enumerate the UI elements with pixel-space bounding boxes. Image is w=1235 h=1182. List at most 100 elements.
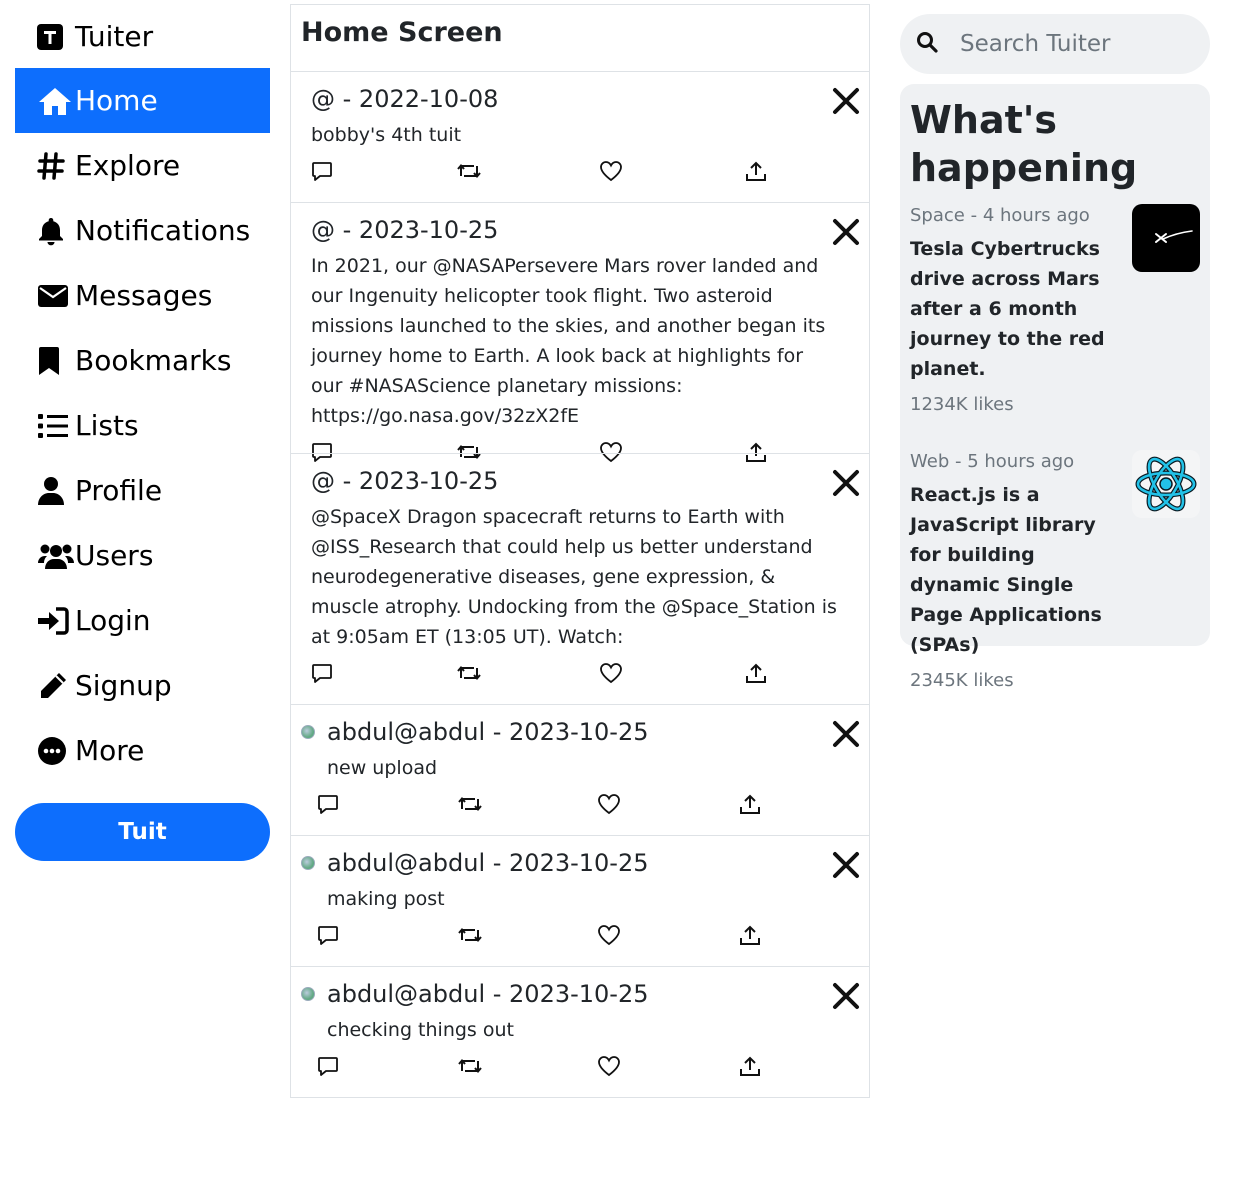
sidebar-item-more[interactable]: More xyxy=(15,718,270,783)
sidebar-item-label: Profile xyxy=(75,474,163,507)
house-icon xyxy=(37,83,75,119)
sidebar-item-users[interactable]: Users xyxy=(15,523,270,588)
heart-icon[interactable] xyxy=(599,160,623,182)
tuit-actions xyxy=(301,918,849,954)
sidebar-item-label: Lists xyxy=(75,409,139,442)
tuit-text: bobby's 4th tuit xyxy=(311,124,462,146)
feed-header: Home Screen xyxy=(290,4,870,71)
tuit-author: @ xyxy=(311,216,335,244)
sidebar-item-label: More xyxy=(75,734,145,767)
trend-item[interactable]: Space - 4 hours ago Tesla Cybertrucks dr… xyxy=(910,200,1200,418)
tuit-date: 2022-10-08 xyxy=(358,85,499,113)
tuit-separator: - xyxy=(485,849,510,877)
tuit-header: abdul@abdul - 2023-10-25 xyxy=(301,977,849,1011)
tuit-text: checking things out xyxy=(327,1019,514,1041)
retuit-icon[interactable] xyxy=(457,1055,483,1077)
share-icon[interactable] xyxy=(738,924,762,948)
share-icon[interactable] xyxy=(744,160,768,184)
tuit-header: @ - 2023-10-25 xyxy=(311,213,849,247)
retuit-icon[interactable] xyxy=(457,924,483,946)
sidebar-item-label: Explore xyxy=(75,149,181,182)
sidebar-item-notifications[interactable]: Notifications xyxy=(15,198,270,263)
trend-headline: Tesla Cybertrucks drive across Mars afte… xyxy=(910,238,1105,380)
sidebar-item-signup[interactable]: Signup xyxy=(15,653,270,718)
trend-time: 4 hours ago xyxy=(982,204,1090,226)
sidebar-item-label: Users xyxy=(75,539,154,572)
tuit-separator: - xyxy=(335,85,359,113)
heart-icon[interactable] xyxy=(599,662,623,684)
sidebar-item-label: Signup xyxy=(75,669,172,702)
close-icon[interactable] xyxy=(831,217,861,247)
sidebar-item-bookmarks[interactable]: Bookmarks xyxy=(15,328,270,393)
heart-icon[interactable] xyxy=(597,793,621,815)
sidebar-item-explore[interactable]: Explore xyxy=(15,133,270,198)
close-icon[interactable] xyxy=(831,719,861,749)
tuit-actions xyxy=(311,656,849,692)
bookmark-icon xyxy=(37,343,75,379)
reply-icon[interactable] xyxy=(317,924,339,946)
trend-time: 5 hours ago xyxy=(967,450,1075,472)
heart-icon[interactable] xyxy=(597,924,621,946)
tuit-actions xyxy=(301,787,849,823)
react-logo-icon xyxy=(1132,450,1200,518)
sidebar-item-home[interactable]: Home xyxy=(15,68,270,133)
tuit-item: @ - 2023-10-25 @SpaceX Dragon spacecraft… xyxy=(290,453,870,705)
trend-item[interactable]: Web - 5 hours ago React.js is a JavaScri… xyxy=(910,446,1200,694)
user-icon xyxy=(37,473,75,509)
tuit-author: abdul@abdul xyxy=(327,718,486,746)
tuit-button[interactable]: Tuit xyxy=(15,803,270,861)
tuiter-logo-icon xyxy=(37,19,75,55)
search-bar xyxy=(900,14,1210,74)
page-title: Home Screen xyxy=(301,17,503,48)
home-feed: Home Screen @ - 2022-10-08 bobby's 4th t… xyxy=(290,4,870,1098)
tuit-item: @ - 2023-10-25 In 2021, our @NASAPerseve… xyxy=(290,202,870,463)
retuit-icon[interactable] xyxy=(457,793,483,815)
tuit-header: abdul@abdul - 2023-10-25 xyxy=(301,715,849,749)
sidebar-item-login[interactable]: Login xyxy=(15,588,270,653)
sidebar-item-label: Messages xyxy=(75,279,213,312)
brand-name: Tuiter xyxy=(75,20,154,53)
close-icon[interactable] xyxy=(831,468,861,498)
share-icon[interactable] xyxy=(738,793,762,817)
spacex-logo-icon xyxy=(1132,204,1200,272)
brand-link[interactable]: Tuiter xyxy=(15,5,270,68)
close-icon[interactable] xyxy=(831,86,861,116)
retuit-icon[interactable] xyxy=(456,662,482,684)
sidebar-item-profile[interactable]: Profile xyxy=(15,458,270,523)
reply-icon[interactable] xyxy=(317,1055,339,1077)
heart-icon[interactable] xyxy=(597,1055,621,1077)
tuit-actions xyxy=(311,154,849,190)
retuit-icon[interactable] xyxy=(456,160,482,182)
reply-icon[interactable] xyxy=(317,793,339,815)
login-icon xyxy=(37,603,75,639)
reply-icon[interactable] xyxy=(311,160,333,182)
reply-icon[interactable] xyxy=(311,662,333,684)
tuit-item: @ - 2022-10-08 bobby's 4th tuit xyxy=(290,71,870,203)
ellipsis-circle-icon xyxy=(37,733,75,769)
tuit-header: @ - 2022-10-08 xyxy=(311,82,849,116)
whats-happening-panel: What's happening Space - 4 hours ago Tes… xyxy=(900,84,1210,691)
tuit-author: abdul@abdul xyxy=(327,980,486,1008)
tuit-item: abdul@abdul - 2023-10-25 checking things… xyxy=(290,966,870,1098)
search-input[interactable] xyxy=(960,31,1190,57)
share-icon[interactable] xyxy=(738,1055,762,1079)
sidebar-item-label: Bookmarks xyxy=(75,344,232,377)
tuit-author: @ xyxy=(311,85,335,113)
tuit-author: @ xyxy=(311,467,335,495)
sidebar-item-label: Home xyxy=(75,84,158,117)
tuit-date: 2023-10-25 xyxy=(509,849,649,877)
sidebar-item-messages[interactable]: Messages xyxy=(15,263,270,328)
tuit-separator: - xyxy=(485,980,510,1008)
envelope-icon xyxy=(37,278,75,314)
tuit-date: 2023-10-25 xyxy=(509,718,649,746)
share-icon[interactable] xyxy=(744,662,768,686)
sidebar-item-label: Notifications xyxy=(75,214,251,247)
tuit-text: making post xyxy=(327,888,445,910)
trend-topic: Web xyxy=(910,450,950,472)
close-icon[interactable] xyxy=(831,981,861,1011)
search-icon xyxy=(916,31,938,57)
sidebar-item-lists[interactable]: Lists xyxy=(15,393,270,458)
tuit-text: In 2021, our @NASAPersevere Mars rover l… xyxy=(311,255,826,427)
tuit-item: abdul@abdul - 2023-10-25 making post xyxy=(290,835,870,967)
close-icon[interactable] xyxy=(831,850,861,880)
